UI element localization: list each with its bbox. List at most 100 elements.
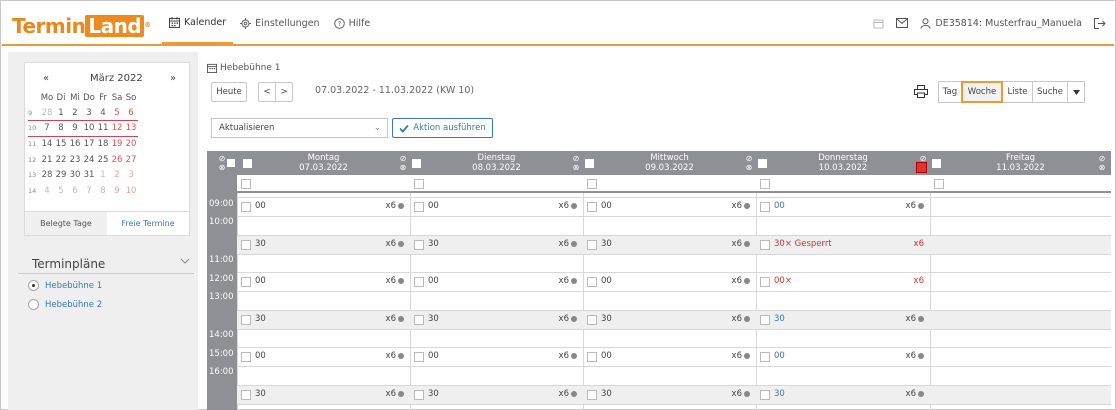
- calendar-day[interactable]: 3: [82, 108, 96, 118]
- calendar-day[interactable]: 9: [110, 186, 124, 196]
- time-slot[interactable]: 30 x6: [410, 386, 583, 404]
- calendar-day[interactable]: 16: [68, 139, 82, 149]
- day-row-checkbox[interactable]: [414, 179, 424, 189]
- calendar-day[interactable]: 26: [110, 155, 124, 165]
- view-week-button[interactable]: Woche: [961, 81, 1003, 103]
- calendar-day[interactable]: 3: [124, 170, 138, 180]
- view-search-button[interactable]: Suche: [1032, 81, 1068, 103]
- logout-icon[interactable]: [1094, 17, 1106, 29]
- calendar-day[interactable]: 5: [54, 186, 68, 196]
- slot-checkbox[interactable]: [587, 352, 597, 362]
- check-day-icon[interactable]: ⊘: [1097, 154, 1107, 163]
- view-more-dropdown[interactable]: [1067, 81, 1085, 103]
- calendar-day[interactable]: 2: [110, 170, 124, 180]
- slot-checkbox[interactable]: [414, 202, 424, 212]
- calendar-day[interactable]: 29: [54, 170, 68, 180]
- calendar-day[interactable]: 8: [54, 123, 68, 133]
- time-slot[interactable]: 30 x6: [583, 311, 756, 329]
- view-list-button[interactable]: Liste: [1002, 81, 1033, 103]
- time-slot[interactable]: 00 x6: [237, 273, 410, 291]
- time-slot[interactable]: 00 x6: [410, 273, 583, 291]
- day-header-donnerstag[interactable]: Donnerstag 10.03.2022: [756, 151, 930, 175]
- calendar-small-icon[interactable]: [873, 18, 884, 29]
- time-slot[interactable]: 00 x6: [237, 348, 410, 366]
- day-header-mittwoch[interactable]: Mittwoch 09.03.2022: [583, 151, 756, 175]
- view-day-button[interactable]: Tag: [938, 81, 962, 103]
- day-header-freitag[interactable]: Freitag 11.03.2022: [930, 151, 1111, 175]
- check-day-icon[interactable]: ⊘: [571, 154, 581, 163]
- today-button[interactable]: Heute: [211, 82, 247, 102]
- slot-checkbox[interactable]: [760, 202, 770, 212]
- calendar-day[interactable]: 7: [82, 186, 96, 196]
- time-slot[interactable]: 00 x6: [583, 198, 756, 216]
- clear-day-icon[interactable]: ⊗: [744, 163, 754, 172]
- day-row-checkbox[interactable]: [587, 179, 597, 189]
- slot-checkbox[interactable]: [760, 277, 770, 287]
- time-slot[interactable]: 30 x6: [237, 311, 410, 329]
- user-menu[interactable]: DE35814: Musterfrau_Manuela: [920, 18, 1082, 29]
- day-select-checkbox[interactable]: [932, 159, 941, 168]
- time-slot[interactable]: 00 x6: [410, 348, 583, 366]
- time-slot[interactable]: 30 x6: [583, 236, 756, 254]
- calendar-day[interactable]: 18: [96, 139, 110, 149]
- radio-unselected[interactable]: [28, 299, 39, 310]
- day-select-checkbox[interactable]: [412, 159, 421, 168]
- time-slot[interactable]: 00 x6: [410, 198, 583, 216]
- calendar-day[interactable]: 6: [68, 186, 82, 196]
- calendar-day[interactable]: 27: [124, 155, 138, 165]
- calendar-day[interactable]: 11: [96, 123, 110, 133]
- calendar-day[interactable]: 21: [40, 155, 54, 165]
- calendar-day[interactable]: 25: [96, 155, 110, 165]
- next-week-button[interactable]: >: [275, 82, 293, 102]
- day-select-checkbox[interactable]: [758, 159, 767, 168]
- schedule-item-hebebuehne-1[interactable]: Hebebühne 1: [28, 280, 102, 291]
- time-slot[interactable]: 30 x6: [410, 236, 583, 254]
- calendar-day[interactable]: 23: [68, 155, 82, 165]
- check-day-icon[interactable]: ⊘: [744, 154, 754, 163]
- app-logo[interactable]: Termin Land ®: [12, 15, 151, 39]
- time-slot[interactable]: 30 x6: [237, 386, 410, 404]
- calendar-day[interactable]: 10: [82, 123, 96, 133]
- next-month-button[interactable]: »: [170, 73, 176, 84]
- time-slot[interactable]: 00× x6: [756, 273, 930, 291]
- check-all-icon[interactable]: ⊘: [217, 154, 227, 163]
- slot-checkbox[interactable]: [587, 277, 597, 287]
- calendar-day[interactable]: 2: [68, 108, 82, 118]
- time-slot[interactable]: 30 x6: [583, 386, 756, 404]
- day-row-checkbox[interactable]: [760, 179, 770, 189]
- time-slot[interactable]: 00 x6: [756, 348, 930, 366]
- day-header-montag[interactable]: Montag 07.03.2022: [237, 151, 410, 175]
- slot-checkbox[interactable]: [587, 202, 597, 212]
- calendar-day[interactable]: 14: [40, 139, 54, 149]
- time-slot[interactable]: 00 x6: [237, 198, 410, 216]
- calendar-day[interactable]: 19: [110, 139, 124, 149]
- nav-help[interactable]: ? Hilfe: [327, 2, 378, 44]
- slot-checkbox[interactable]: [760, 390, 770, 400]
- calendar-day[interactable]: 5: [110, 108, 124, 118]
- calendar-day[interactable]: 31: [82, 170, 96, 180]
- time-slot[interactable]: 30 x6: [237, 236, 410, 254]
- clear-all-icon[interactable]: ⊗: [217, 163, 227, 172]
- select-all-checkbox[interactable]: [227, 159, 235, 167]
- execute-action-button[interactable]: Aktion ausführen: [392, 118, 493, 138]
- slot-checkbox[interactable]: [414, 240, 424, 250]
- print-button[interactable]: [914, 85, 928, 101]
- refresh-select[interactable]: Aktualisieren ⌄: [211, 118, 388, 138]
- time-slot[interactable]: 30× Gesperrt x6: [756, 236, 930, 254]
- calendar-day[interactable]: 7: [40, 123, 54, 133]
- check-day-icon[interactable]: ⊘: [398, 154, 408, 163]
- calendar-day[interactable]: 4: [40, 186, 54, 196]
- calendar-day[interactable]: 8: [96, 186, 110, 196]
- slot-checkbox[interactable]: [760, 352, 770, 362]
- prev-week-button[interactable]: <: [258, 82, 276, 102]
- slot-checkbox[interactable]: [414, 277, 424, 287]
- time-slot[interactable]: 00 x6: [756, 198, 930, 216]
- calendar-day[interactable]: 28: [40, 170, 54, 180]
- slot-checkbox[interactable]: [760, 315, 770, 325]
- day-select-checkbox[interactable]: [585, 159, 594, 168]
- calendar-day[interactable]: 20: [124, 139, 138, 149]
- slot-checkbox[interactable]: [587, 240, 597, 250]
- time-slot[interactable]: 30 x6: [410, 311, 583, 329]
- tab-free-slots[interactable]: Freie Termine: [107, 212, 189, 235]
- calendar-day[interactable]: 30: [68, 170, 82, 180]
